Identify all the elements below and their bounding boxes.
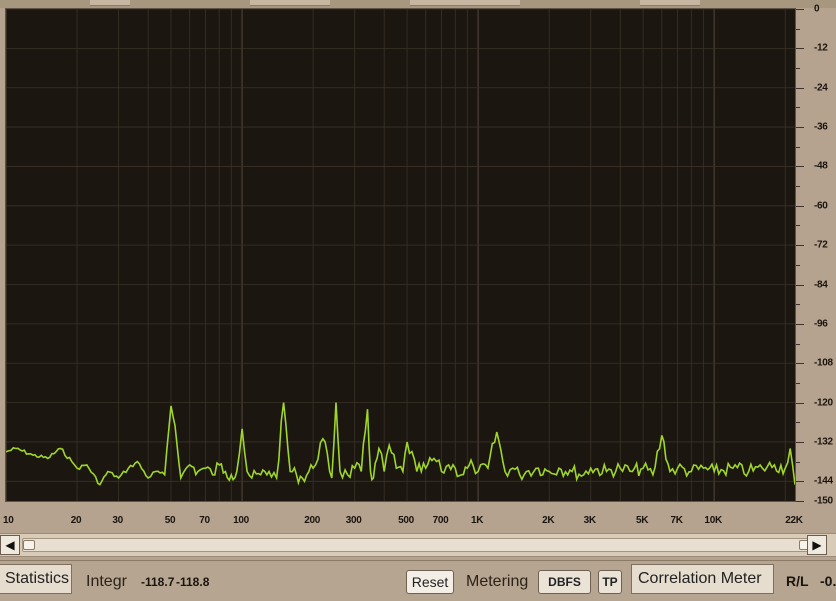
y-minor-tick <box>796 186 800 188</box>
y-axis-label: -120 <box>814 397 833 409</box>
y-minor-tick <box>796 461 800 463</box>
integr-label: Integr <box>86 573 127 590</box>
y-minor-tick <box>796 9 800 10</box>
x-axis-label: 50 <box>164 515 176 526</box>
tp-button[interactable]: TP <box>598 570 622 594</box>
y-axis-label: -36 <box>814 121 828 133</box>
y-minor-tick <box>796 205 800 207</box>
y-axis-label: 0 <box>814 3 820 15</box>
x-axis-label: 22K <box>785 515 803 526</box>
y-axis-label: -72 <box>814 239 828 251</box>
x-axis-label: 200 <box>304 515 321 526</box>
y-minor-tick <box>796 481 800 483</box>
x-axis-label: 10 <box>3 515 14 526</box>
y-minor-tick <box>796 422 800 424</box>
top-tab[interactable] <box>410 0 520 6</box>
spectrum-graph <box>6 9 795 501</box>
y-axis-label: -144 <box>814 475 833 487</box>
top-tab[interactable] <box>90 0 130 6</box>
metering-label: Metering <box>466 573 529 590</box>
y-axis-label: -96 <box>814 318 828 330</box>
top-strip <box>0 0 836 8</box>
scroll-left-icon[interactable]: ◀ <box>0 535 20 555</box>
x-axis-label: 70 <box>199 515 210 526</box>
y-axis-label: -48 <box>814 160 828 172</box>
y-axis-label: -132 <box>814 436 833 448</box>
y-minor-tick <box>796 28 800 30</box>
spectrum-trace <box>6 402 795 486</box>
y-minor-tick <box>796 166 800 168</box>
rl-label: R/L <box>786 573 809 589</box>
horizontal-scrollbar[interactable]: ◀ ▶ <box>0 533 836 557</box>
x-axis-label: 100 <box>233 515 249 526</box>
y-minor-tick <box>796 363 800 365</box>
y-minor-tick <box>796 343 800 345</box>
top-tab[interactable] <box>640 0 700 6</box>
y-minor-tick <box>796 87 800 89</box>
y-minor-tick <box>796 146 800 148</box>
x-axis: 10 20 30 50 70 100 200 300 500 700 1K 2K 3K 5K 7K 10K 22… <box>0 510 836 528</box>
x-axis-label: 10K <box>704 515 722 526</box>
x-axis-label: 30 <box>112 515 123 526</box>
y-minor-tick <box>796 402 800 404</box>
y-axis-label: -24 <box>814 82 828 94</box>
y-minor-tick <box>796 225 800 227</box>
x-axis-label: 1K <box>471 515 484 526</box>
bottom-toolbar: Statistics Integr -118.7 -118.8 Reset Me… <box>0 560 836 601</box>
y-minor-tick <box>796 304 800 306</box>
y-minor-tick <box>796 323 800 325</box>
y-minor-tick <box>796 264 800 266</box>
x-axis-label: 500 <box>398 515 414 526</box>
reset-button[interactable]: Reset <box>406 570 454 594</box>
x-axis-label: 7K <box>670 515 683 526</box>
correlation-meter-tab[interactable]: Correlation Meter <box>631 564 774 594</box>
scroll-right-icon[interactable]: ▶ <box>807 535 827 555</box>
x-axis-label: 300 <box>345 515 362 526</box>
y-minor-tick <box>796 245 800 247</box>
dbfs-button[interactable]: DBFS <box>538 570 591 594</box>
y-minor-tick <box>796 107 800 109</box>
top-tab[interactable] <box>250 0 330 6</box>
y-axis-label: -84 <box>814 279 828 291</box>
x-axis-label: 3K <box>583 515 596 526</box>
y-axis-label: -108 <box>814 357 833 369</box>
x-axis-label: 20 <box>70 515 82 526</box>
y-axis-label: -12 <box>814 42 828 54</box>
y-axis: 0 -12 -24 -36 -48 -60 -72 -84 -96 -108 -120 -132 -14… <box>796 4 836 508</box>
y-minor-tick <box>796 441 800 443</box>
y-minor-tick <box>796 48 800 50</box>
spectrum-plot[interactable] <box>5 8 796 502</box>
y-minor-tick <box>796 284 800 286</box>
scroll-thumb-left[interactable] <box>23 540 35 550</box>
y-axis-label: -60 <box>814 200 828 212</box>
integr-left-value: -118.7 <box>141 575 175 589</box>
scroll-track[interactable] <box>22 538 812 552</box>
y-minor-tick <box>796 68 800 70</box>
x-axis-label: 5K <box>636 515 649 526</box>
y-minor-tick <box>796 127 800 129</box>
x-axis-label: 700 <box>432 515 449 526</box>
y-minor-tick <box>796 382 800 384</box>
integr-right-value: -118.8 <box>176 575 210 589</box>
grid-lines <box>6 9 795 501</box>
statistics-tab[interactable]: Statistics <box>0 564 72 594</box>
x-axis-label: 2K <box>542 515 555 526</box>
y-minor-tick <box>796 501 800 502</box>
y-axis-label: -150 <box>814 495 833 507</box>
rl-value: -0. <box>820 573 836 589</box>
